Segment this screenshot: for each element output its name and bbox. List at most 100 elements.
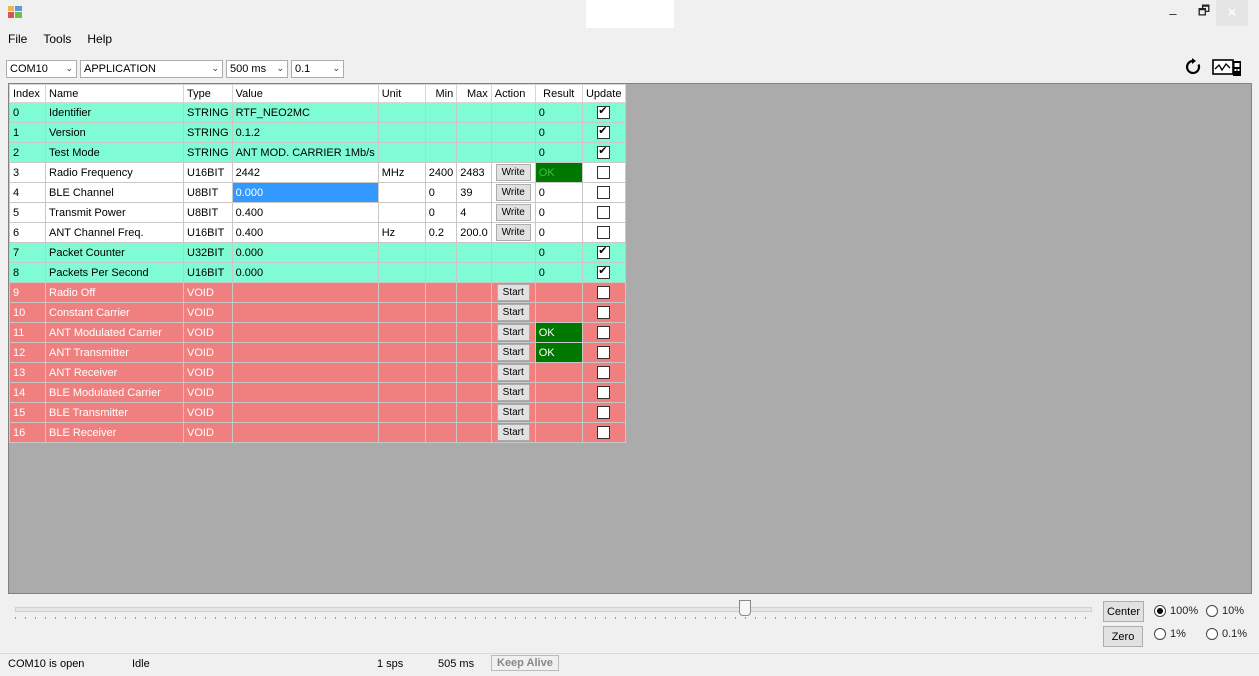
radio-100[interactable]: 100% <box>1154 605 1198 617</box>
cell-max[interactable] <box>456 342 492 363</box>
cell-max[interactable]: 2483 <box>456 162 492 183</box>
cell-value[interactable] <box>231 402 379 423</box>
table-row[interactable]: 11 ANT Modulated Carrier VOID Start OK <box>9 322 626 343</box>
table-row[interactable]: 1 Version STRING 0.1.2 0 <box>9 122 626 143</box>
cell-unit[interactable] <box>377 342 426 363</box>
cell-unit[interactable] <box>377 382 426 403</box>
cell-unit[interactable] <box>377 142 426 163</box>
cell-action[interactable]: Start <box>490 382 536 403</box>
cell-min[interactable] <box>424 342 458 363</box>
refresh-icon[interactable] <box>1184 58 1202 81</box>
cell-min[interactable] <box>424 382 458 403</box>
cell-unit[interactable] <box>377 322 426 343</box>
cell-min[interactable]: 0.2 <box>424 222 458 243</box>
cell-update[interactable] <box>581 382 626 403</box>
radio-dot[interactable] <box>1206 605 1218 617</box>
cell-value[interactable]: 0.000 <box>231 242 379 263</box>
cell-action[interactable] <box>490 142 536 163</box>
table-row[interactable]: 9 Radio Off VOID Start <box>9 282 626 303</box>
cell-value[interactable] <box>231 342 379 363</box>
zero-button[interactable]: Zero <box>1103 626 1143 647</box>
cell-update[interactable] <box>581 342 626 363</box>
cell-update[interactable] <box>581 362 626 383</box>
mode-select[interactable]: APPLICATION ⌄ <box>80 60 223 78</box>
table-row[interactable]: 10 Constant Carrier VOID Start <box>9 302 626 323</box>
cell-action[interactable]: Write <box>490 222 536 243</box>
cell-min[interactable]: 2400 <box>424 162 458 183</box>
cell-unit[interactable] <box>377 262 426 283</box>
cell-index[interactable]: 4 <box>9 182 46 203</box>
cell-value[interactable] <box>231 282 379 303</box>
cell-value[interactable]: 0.400 <box>231 222 379 243</box>
cell-name[interactable]: BLE Transmitter <box>45 402 184 423</box>
update-checkbox[interactable] <box>597 346 611 359</box>
cell-value[interactable]: 0.1.2 <box>231 122 379 143</box>
col-header-update[interactable]: Update <box>581 84 626 103</box>
cell-unit[interactable] <box>377 302 426 323</box>
cell-max[interactable] <box>456 402 492 423</box>
cell-result[interactable]: 0 <box>534 102 583 123</box>
cell-update[interactable] <box>581 422 626 443</box>
start-button[interactable]: Start <box>496 344 530 361</box>
cell-index[interactable]: 15 <box>9 402 46 423</box>
cell-result[interactable]: OK <box>534 342 583 363</box>
table-row[interactable]: 12 ANT Transmitter VOID Start OK <box>9 342 626 363</box>
cell-name[interactable]: Constant Carrier <box>45 302 184 323</box>
table-row[interactable]: 8 Packets Per Second U16BIT 0.000 0 <box>9 262 626 283</box>
col-header-index[interactable]: Index <box>9 84 46 103</box>
cell-result[interactable] <box>534 422 583 443</box>
cell-type[interactable]: VOID <box>183 402 233 423</box>
col-header-value[interactable]: Value <box>231 84 379 103</box>
cell-unit[interactable]: Hz <box>377 222 426 243</box>
cell-result[interactable] <box>534 362 583 383</box>
cell-unit[interactable]: MHz <box>377 162 426 183</box>
cell-min[interactable] <box>424 122 458 143</box>
col-header-min[interactable]: Min <box>424 84 458 103</box>
cell-value[interactable] <box>231 382 379 403</box>
cell-index[interactable]: 6 <box>9 222 46 243</box>
cell-min[interactable] <box>424 262 458 283</box>
menu-help[interactable]: Help <box>79 32 120 46</box>
cell-type[interactable]: U32BIT <box>183 242 233 263</box>
cell-name[interactable]: Identifier <box>45 102 184 123</box>
cell-index[interactable]: 14 <box>9 382 46 403</box>
write-button[interactable]: Write <box>495 184 531 201</box>
update-checkbox[interactable] <box>597 264 611 279</box>
cell-value[interactable] <box>231 302 379 323</box>
update-checkbox[interactable] <box>597 244 611 259</box>
cell-type[interactable]: U16BIT <box>183 262 233 283</box>
cell-max[interactable]: 200.0 <box>456 222 492 243</box>
cell-index[interactable]: 1 <box>9 122 46 143</box>
cell-update[interactable] <box>581 102 626 123</box>
cell-type[interactable]: VOID <box>183 362 233 383</box>
cell-result[interactable]: 0 <box>534 222 583 243</box>
close-button[interactable]: ✕ <box>1216 0 1248 26</box>
update-checkbox[interactable] <box>597 386 611 399</box>
update-checkbox[interactable] <box>597 124 611 139</box>
keep-alive-indicator[interactable]: Keep Alive <box>491 655 559 671</box>
cell-unit[interactable] <box>377 282 426 303</box>
cell-result[interactable]: 0 <box>534 182 583 203</box>
cell-type[interactable]: VOID <box>183 282 233 303</box>
cell-action[interactable]: Start <box>490 342 536 363</box>
update-checkbox[interactable] <box>597 166 611 179</box>
scale-select[interactable]: 0.1 ⌄ <box>291 60 344 78</box>
cell-name[interactable]: Packets Per Second <box>45 262 184 283</box>
menu-tools[interactable]: Tools <box>35 32 79 46</box>
cell-unit[interactable] <box>377 422 426 443</box>
cell-type[interactable]: STRING <box>183 102 233 123</box>
table-row[interactable]: 3 Radio Frequency U16BIT 2442 MHz 2400 2483 Wri… <box>9 162 626 183</box>
cell-index[interactable]: 11 <box>9 322 46 343</box>
start-button[interactable]: Start <box>496 424 530 441</box>
cell-name[interactable]: Packet Counter <box>45 242 184 263</box>
cell-type[interactable]: STRING <box>183 142 233 163</box>
cell-name[interactable]: BLE Receiver <box>45 422 184 443</box>
cell-result[interactable]: 0 <box>534 262 583 283</box>
cell-action[interactable]: Write <box>490 202 536 223</box>
cell-min[interactable] <box>424 102 458 123</box>
start-button[interactable]: Start <box>496 324 530 341</box>
cell-result[interactable] <box>534 402 583 423</box>
cell-action[interactable]: Start <box>490 422 536 443</box>
cell-index[interactable]: 3 <box>9 162 46 183</box>
cell-min[interactable] <box>424 142 458 163</box>
